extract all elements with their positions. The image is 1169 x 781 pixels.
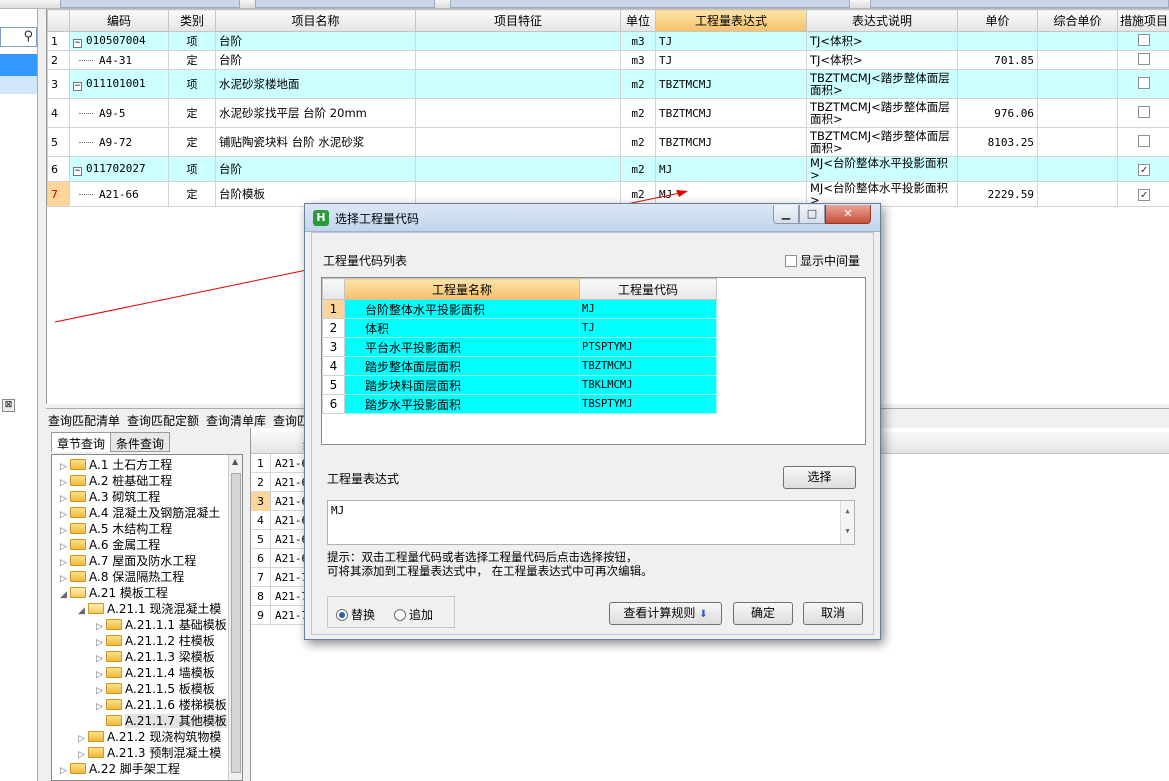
code-row[interactable]: 5 踏步块料面层面积 TBKLMCMJ [322, 375, 717, 395]
minimize-button[interactable]: ▁ [773, 205, 799, 224]
hint-text: 提示：双击工程量代码或者选择工程量代码后点击选择按钮， 可将其添加到工程量表达式… [327, 550, 653, 578]
show-intermediate-label: 显示中间量 [800, 254, 861, 268]
show-intermediate-checkbox[interactable]: 显示中间量 [785, 252, 860, 269]
code-row[interactable]: 2 体积 TJ [322, 318, 717, 338]
view-calc-rule-button[interactable]: 查看计算规则 ⬇ [609, 602, 722, 625]
code-col-code[interactable]: 工程量代码 [579, 278, 717, 300]
code-row-code[interactable]: TBZTMCMJ [579, 356, 717, 376]
code-row-number[interactable]: 1 [322, 299, 345, 319]
code-row[interactable]: 3 平台水平投影面积 PTSPTYMJ [322, 337, 717, 357]
code-row-code[interactable]: TBSPTYMJ [579, 394, 717, 414]
code-row-number[interactable]: 4 [322, 356, 345, 376]
radio-replace-dot[interactable] [336, 609, 348, 621]
code-row[interactable]: 6 踏步水平投影面积 TBSPTYMJ [322, 394, 717, 414]
code-row-name[interactable]: 踏步整体面层面积 [344, 356, 580, 376]
code-row-code[interactable]: MJ [579, 299, 717, 319]
ok-button[interactable]: 确定 [733, 602, 793, 625]
code-list-label: 工程量代码列表 [323, 254, 408, 268]
hint-line-2: 可将其添加到工程量表达式中， 在工程量表达式中可再次编辑。 [327, 564, 653, 578]
code-row-number[interactable]: 5 [322, 375, 345, 395]
expression-value: MJ [331, 504, 345, 517]
code-row-number[interactable]: 3 [322, 337, 345, 357]
code-row-code[interactable]: TBKLMCMJ [579, 375, 717, 395]
cancel-button[interactable]: 取消 [803, 602, 863, 625]
code-row-name[interactable]: 踏步块料面层面积 [344, 375, 580, 395]
hint-line-1: 提示：双击工程量代码或者选择工程量代码后点击选择按钮， [327, 550, 638, 564]
radio-replace-label: 替换 [351, 608, 376, 622]
code-row-number[interactable]: 2 [322, 318, 345, 338]
arrow-down-icon: ⬇ [699, 609, 708, 620]
code-row-name[interactable]: 踏步水平投影面积 [344, 394, 580, 414]
code-row[interactable]: 4 踏步整体面层面积 TBZTMCMJ [322, 356, 717, 376]
select-button[interactable]: 选择 [783, 466, 856, 489]
code-row-name[interactable]: 平台水平投影面积 [344, 337, 580, 357]
radio-append[interactable]: 追加 [394, 606, 433, 623]
dialog-title: 选择工程量代码 [335, 212, 420, 226]
mode-radio-group: 替换 追加 [327, 596, 455, 628]
close-button[interactable]: ✕ [825, 205, 871, 224]
select-quantity-code-dialog: H 选择工程量代码 ▁ □ ✕ 工程量代码列表 显示中间量 工程量名称 工程量代… [304, 203, 881, 640]
code-row-number[interactable]: 6 [322, 394, 345, 414]
dialog-titlebar[interactable]: H 选择工程量代码 ▁ □ ✕ [305, 204, 880, 232]
code-row-code[interactable]: TJ [579, 318, 717, 338]
expression-textarea[interactable]: MJ ▲ ▼ [327, 500, 855, 545]
code-row-name[interactable]: 体积 [344, 318, 580, 338]
expression-scrollbar[interactable]: ▲ ▼ [840, 501, 854, 544]
app-icon: H [313, 210, 329, 226]
maximize-button[interactable]: □ [799, 205, 825, 224]
code-col-name[interactable]: 工程量名称 [344, 278, 580, 300]
expression-label: 工程量表达式 [327, 472, 400, 486]
radio-replace[interactable]: 替换 [336, 606, 375, 623]
checkbox-box[interactable] [785, 255, 797, 267]
code-row-name[interactable]: 台阶整体水平投影面积 [344, 299, 580, 319]
dialog-body: 工程量代码列表 显示中间量 工程量名称 工程量代码 1 台阶整体水平投影面积 MJ 2… [311, 232, 874, 635]
code-grid: 工程量名称 工程量代码 1 台阶整体水平投影面积 MJ 2 体积 TJ 3 平台水平投影面积 P… [321, 277, 866, 445]
view-calc-rule-label: 查看计算规则 [623, 606, 696, 620]
code-row[interactable]: 1 台阶整体水平投影面积 MJ [322, 299, 717, 319]
radio-append-label: 追加 [409, 608, 434, 622]
code-col-num [322, 278, 345, 300]
radio-append-dot[interactable] [394, 609, 406, 621]
code-row-code[interactable]: PTSPTYMJ [579, 337, 717, 357]
code-table: 工程量名称 工程量代码 1 台阶整体水平投影面积 MJ 2 体积 TJ 3 平台水平投影面积 P… [322, 278, 717, 414]
